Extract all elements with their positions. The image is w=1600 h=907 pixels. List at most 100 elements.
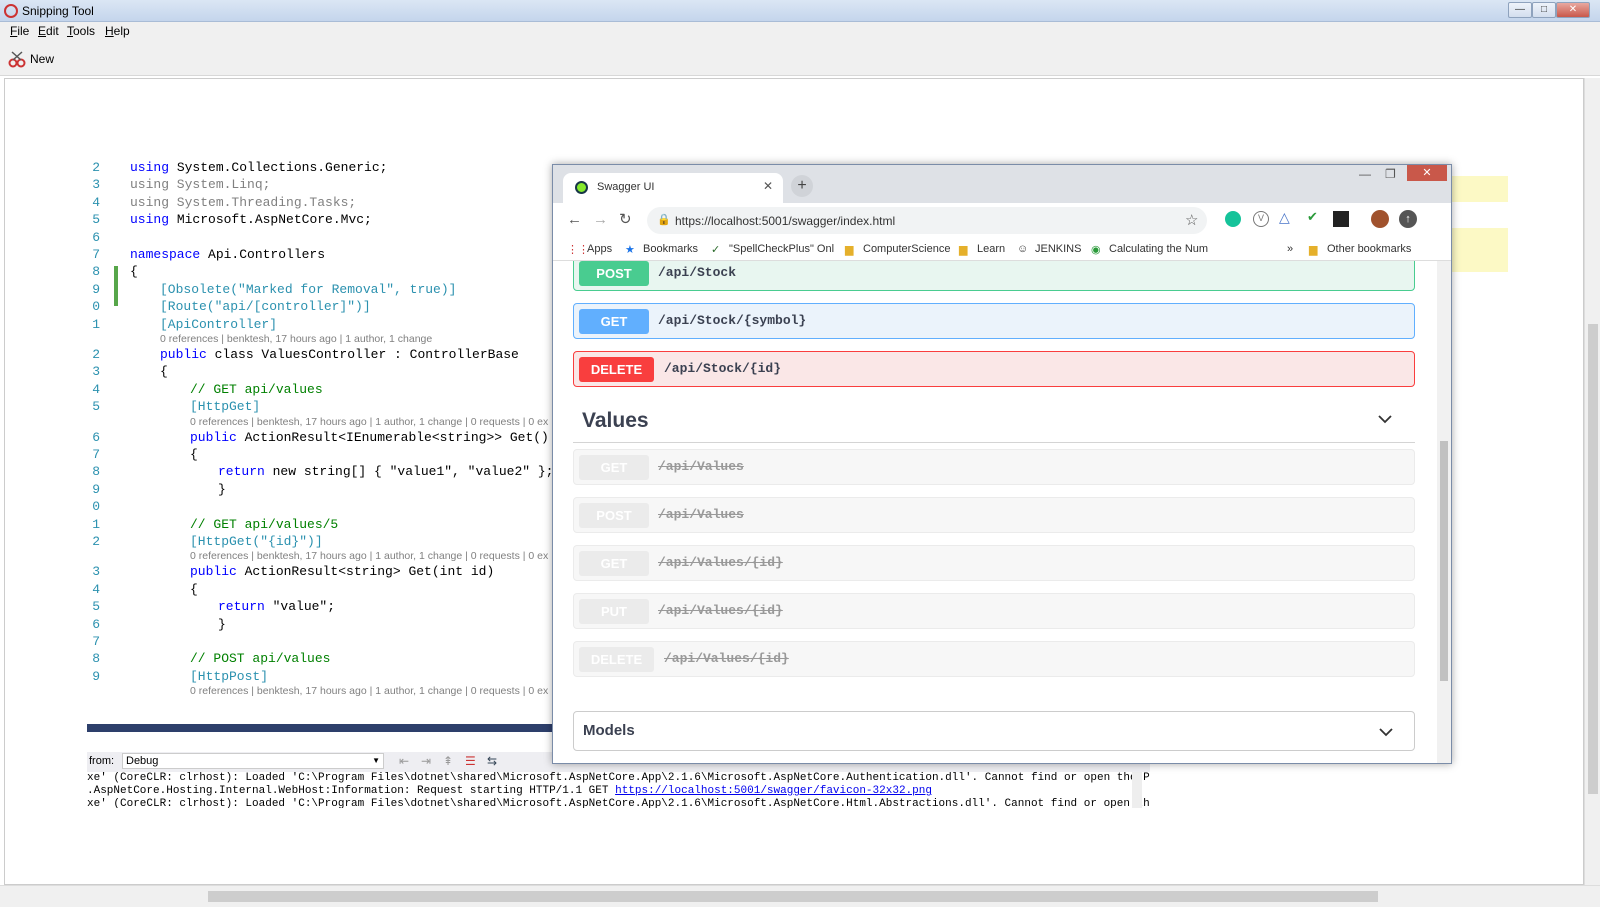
- word-wrap-icon[interactable]: ⇆: [487, 754, 497, 768]
- bookmarks-bar: ⋮⋮ Apps ★ Bookmarks ✓ "SpellCheckPlus" O…: [553, 239, 1451, 261]
- new-label: New: [30, 52, 55, 66]
- star-icon[interactable]: ☆: [1185, 211, 1198, 229]
- code-text: public class ValuesController : Controll…: [160, 347, 519, 362]
- bookmark-spellcheck[interactable]: "SpellCheckPlus" Onl: [729, 243, 841, 255]
- code-text: [Obsolete("Marked for Removal", true)]: [160, 281, 457, 297]
- line-number: 9: [92, 281, 100, 297]
- code-text: [Route("api/[controller]")]: [160, 299, 371, 315]
- code-text: public ActionResult<IEnumerable<string>>…: [190, 429, 549, 445]
- output-scrollbar[interactable]: [1132, 772, 1142, 808]
- chevron-down-icon: [1378, 415, 1392, 424]
- menu-file[interactable]: File: [10, 24, 29, 38]
- chevron-down-icon: [1379, 728, 1393, 737]
- toolbar: New ▼ ▼: [0, 40, 1600, 112]
- tab-swagger[interactable]: Swagger UI ✕: [563, 173, 783, 203]
- operation-get-stock-symbol[interactable]: GET /api/Stock/{symbol}: [573, 303, 1415, 339]
- operation-post-stock[interactable]: POST /api/Stock: [573, 261, 1415, 291]
- line-number: 6: [92, 229, 100, 245]
- tab-title: Swagger UI: [597, 181, 655, 193]
- line-number: 9: [92, 668, 100, 684]
- tab-strip: Swagger UI ✕ + — ❐ ✕: [553, 165, 1451, 203]
- output-source-select[interactable]: Debug ▼: [122, 753, 384, 769]
- section-values[interactable]: Values: [573, 399, 1415, 443]
- qr-extension-icon[interactable]: [1333, 211, 1349, 227]
- close-tab-icon[interactable]: ✕: [763, 179, 773, 193]
- horizontal-scrollbar[interactable]: [0, 885, 1600, 907]
- codelens[interactable]: 0 references | benktesh, 17 hours ago | …: [190, 416, 548, 428]
- other-bookmarks[interactable]: Other bookmarks: [1327, 243, 1411, 255]
- line-number: 6: [92, 616, 100, 632]
- codelens[interactable]: 0 references | benktesh, 17 hours ago | …: [160, 333, 432, 345]
- line-number: 4: [92, 581, 100, 597]
- bookmark-apps[interactable]: Apps: [587, 243, 612, 255]
- operation-put-values-id[interactable]: PUT /api/Values/{id}: [573, 593, 1415, 629]
- drive-icon[interactable]: △: [1279, 209, 1290, 226]
- new-snip-button[interactable]: New: [6, 46, 54, 72]
- output-text: xe' (CoreCLR: clrhost): Loaded 'C:\Progr…: [87, 772, 1150, 808]
- maximize-button[interactable]: □: [1532, 2, 1556, 18]
- operation-delete-values-id[interactable]: DELETE /api/Values/{id}: [573, 641, 1415, 677]
- line-number: 8: [92, 651, 100, 667]
- vertical-scrollbar[interactable]: [1584, 78, 1600, 885]
- menu-tools[interactable]: Tools: [67, 24, 95, 38]
- code-text: [HttpGet("{id}")]: [190, 534, 323, 549]
- bookmark-jenkins[interactable]: JENKINS: [1035, 243, 1081, 255]
- operation-get-values-id[interactable]: GET /api/Values/{id}: [573, 545, 1415, 581]
- operation-path: /api/Values: [658, 507, 744, 522]
- operation-get-values[interactable]: GET /api/Values: [573, 449, 1415, 485]
- clear-all-icon[interactable]: ☰: [465, 754, 476, 768]
- new-tab-icon[interactable]: +: [791, 175, 813, 197]
- operation-path: /api/Values/{id}: [658, 555, 783, 570]
- browser-restore-icon[interactable]: ❐: [1385, 167, 1396, 181]
- codelens[interactable]: 0 references | benktesh, 17 hours ago | …: [190, 550, 548, 562]
- bookmark-bookmarks[interactable]: Bookmarks: [643, 243, 698, 255]
- minimize-button[interactable]: —: [1508, 2, 1532, 18]
- omnibox[interactable]: 🔒 https://localhost:5001/swagger/index.h…: [647, 207, 1207, 234]
- profile-avatar[interactable]: [1371, 210, 1389, 228]
- grammarly-icon[interactable]: [1225, 211, 1241, 227]
- goto-prev-icon[interactable]: ⇤: [399, 754, 409, 768]
- update-icon[interactable]: ↑: [1399, 210, 1417, 228]
- jenkins-icon: ☺: [1017, 243, 1029, 255]
- bookmark-learn[interactable]: Learn: [977, 243, 1005, 255]
- vertical-scroll-thumb[interactable]: [1588, 324, 1598, 794]
- code-text: // GET api/values/5: [190, 516, 339, 532]
- browser-close-icon[interactable]: ✕: [1407, 165, 1447, 181]
- output-line: xe' (CoreCLR: clrhost): Loaded 'C:\Progr…: [87, 798, 1150, 808]
- checkmark-extension-icon[interactable]: ✔: [1307, 209, 1318, 225]
- line-number: 8: [92, 264, 100, 280]
- swagger-scroll-thumb[interactable]: [1440, 441, 1448, 681]
- bookmark-calculating[interactable]: Calculating the Num: [1109, 243, 1209, 255]
- line-number: 4: [92, 381, 100, 397]
- codelens[interactable]: 0 references | benktesh, 17 hours ago | …: [190, 685, 548, 697]
- bookmark-computerscience[interactable]: ComputerScience: [863, 243, 950, 255]
- close-button[interactable]: ✕: [1556, 2, 1590, 18]
- star-bookmark-icon: ★: [625, 244, 635, 256]
- code-text: [ApiController]: [160, 316, 278, 332]
- method-badge: DELETE: [579, 357, 654, 382]
- models-section[interactable]: Models: [573, 711, 1415, 751]
- menu-edit[interactable]: Edit: [38, 24, 59, 38]
- favicon-link[interactable]: https://localhost:5001/swagger/favicon-3…: [615, 785, 932, 797]
- code-text: using System.Threading.Tasks;: [130, 194, 357, 210]
- code-text: return "value";: [218, 599, 336, 615]
- more-bookmarks-icon[interactable]: »: [1287, 243, 1293, 255]
- line-number: 5: [92, 599, 100, 615]
- back-icon[interactable]: ←: [567, 211, 582, 228]
- forward-icon[interactable]: →: [593, 211, 608, 228]
- find-icon[interactable]: ⇞: [443, 754, 453, 768]
- swagger-scrollbar[interactable]: [1437, 261, 1451, 763]
- line-number: 5: [92, 399, 100, 415]
- goto-next-icon[interactable]: ⇥: [421, 754, 431, 768]
- vimium-icon[interactable]: V: [1253, 211, 1269, 227]
- models-title: Models: [583, 722, 635, 739]
- line-number: 9: [92, 481, 100, 497]
- browser-minimize-icon[interactable]: —: [1359, 167, 1371, 181]
- reload-icon[interactable]: ↻: [619, 210, 632, 228]
- horizontal-scroll-thumb[interactable]: [208, 891, 1378, 902]
- operation-delete-stock-id[interactable]: DELETE /api/Stock/{id}: [573, 351, 1415, 387]
- code-text: }: [218, 481, 226, 497]
- snipping-tool-icon: [4, 4, 18, 18]
- operation-post-values[interactable]: POST /api/Values: [573, 497, 1415, 533]
- menu-help[interactable]: Help: [105, 24, 130, 38]
